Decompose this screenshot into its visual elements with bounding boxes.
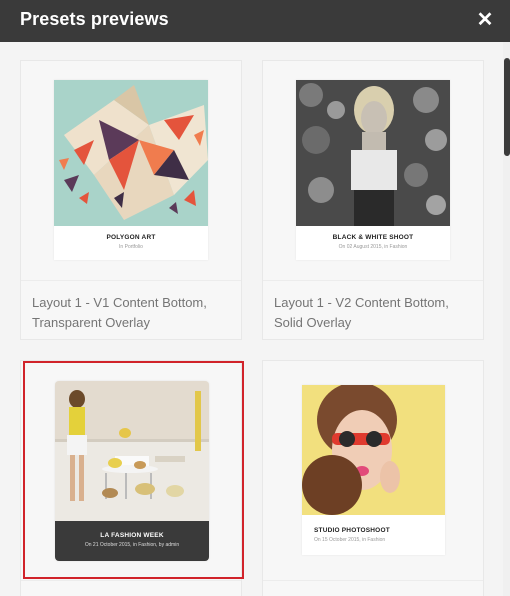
preview-meta: In Portfolio	[119, 244, 143, 250]
preview-thumbnail: BLACK & WHITE SHOOT On 02 August 2015, i…	[296, 80, 450, 260]
preview-title: LA FASHION WEEK	[100, 532, 164, 539]
preset-preview: BLACK & WHITE SHOOT On 02 August 2015, i…	[263, 61, 483, 281]
preset-preview: STUDIO PHOTOSHOOT On 15 October 2015, in…	[263, 361, 483, 581]
preview-meta: On 02 August 2015, in Fashion	[338, 244, 408, 250]
preview-meta: On 15 October 2015, in Fashion	[314, 537, 386, 543]
close-icon[interactable]: ✕	[474, 8, 496, 31]
polygon-art-image	[59, 85, 208, 220]
bw-portrait-image	[296, 80, 450, 226]
dialog-title: Presets previews	[20, 9, 169, 29]
dialog-header: Presets previews ✕	[0, 0, 510, 42]
preset-card-2[interactable]: BLACK & WHITE SHOOT On 02 August 2015, i…	[262, 60, 484, 340]
preview-meta: On 21 October 2015, in Fashion, by admin	[84, 542, 180, 548]
preset-label: Layout 1 - V2 Content Bottom, Solid Over…	[274, 295, 449, 330]
preset-card-3[interactable]: LA FASHION WEEK On 21 October 2015, in F…	[20, 360, 242, 596]
preview-title: STUDIO PHOTOSHOOT	[314, 527, 390, 534]
preset-preview: POLYGON ART In Portfolio	[21, 61, 241, 281]
preview-thumbnail: LA FASHION WEEK On 21 October 2015, in F…	[55, 381, 209, 561]
preview-thumbnail: POLYGON ART In Portfolio	[54, 80, 208, 260]
preview-thumbnail: STUDIO PHOTOSHOOT On 15 October 2015, in…	[302, 385, 445, 555]
scrollbar-thumb[interactable]	[504, 58, 510, 156]
preset-card-4[interactable]: STUDIO PHOTOSHOOT On 15 October 2015, in…	[262, 360, 484, 596]
preset-preview: LA FASHION WEEK On 21 October 2015, in F…	[21, 361, 241, 581]
preset-label: Layout 1 - V1 Content Bottom, Transparen…	[32, 295, 207, 330]
preset-card-1[interactable]: POLYGON ART In Portfolio Layout 1 - V1 C…	[20, 60, 242, 340]
preview-title: BLACK & WHITE SHOOT	[332, 234, 414, 241]
studio-photoshoot-image	[302, 385, 445, 515]
preview-title: POLYGON ART	[106, 234, 156, 241]
